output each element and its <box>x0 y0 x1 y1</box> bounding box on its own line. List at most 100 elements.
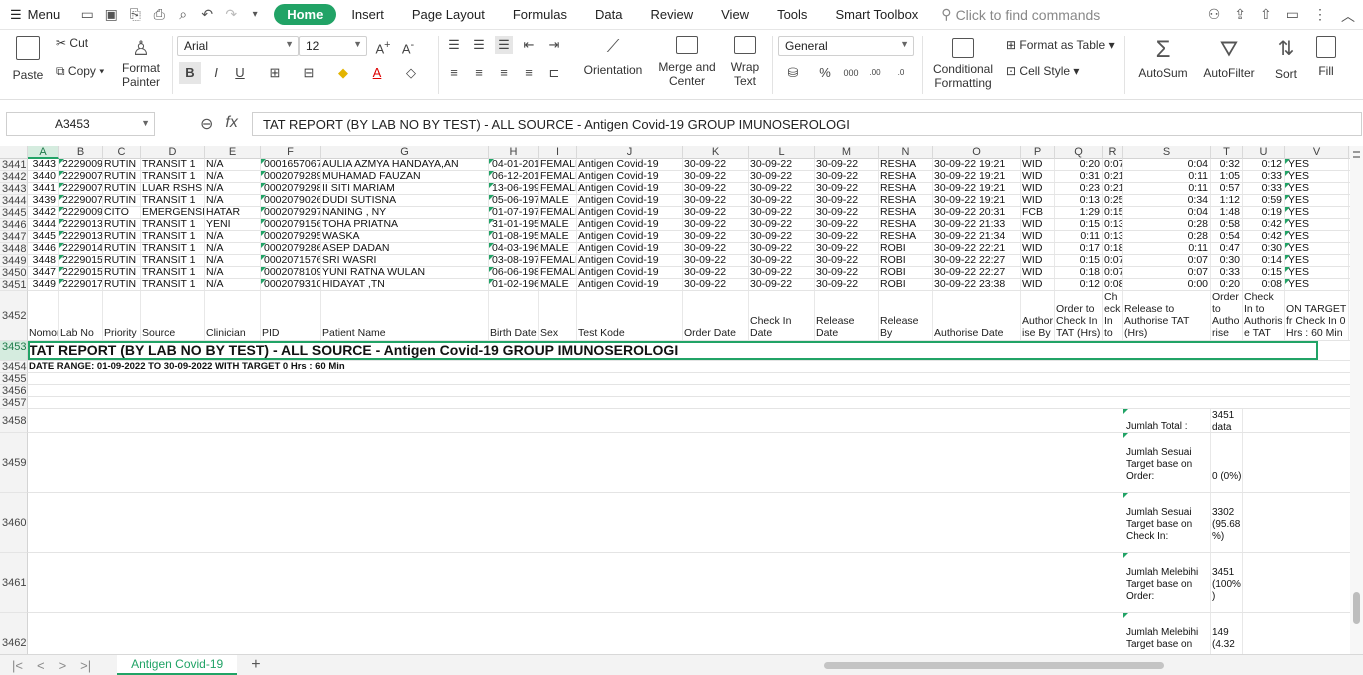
cell-l[interactable]: 30-09-22 <box>749 279 815 290</box>
cell-p[interactable]: WID <box>1021 183 1055 194</box>
cell-h[interactable]: 03-08-1979 <box>489 255 539 266</box>
cell-q[interactable]: 0:20 <box>1055 159 1103 170</box>
row-header[interactable]: 3458 <box>0 409 28 433</box>
cell-c[interactable]: CITO <box>103 207 141 218</box>
autosum-button[interactable]: Σ AutoSum <box>1134 36 1192 80</box>
align-center-icon[interactable]: ≡ <box>470 64 488 82</box>
cell-i[interactable]: MALE <box>539 219 577 230</box>
cell-n[interactable]: RESHA <box>879 159 933 170</box>
cell-m[interactable]: 30-09-22 <box>815 195 879 206</box>
cell-s[interactable]: 0:07 <box>1123 267 1211 278</box>
cell-s[interactable]: 0:04 <box>1123 207 1211 218</box>
increase-font-icon[interactable]: A+ <box>374 36 392 56</box>
row-header[interactable]: 3462 <box>0 613 28 654</box>
cell-n[interactable]: RESHA <box>879 231 933 242</box>
cell-t[interactable]: 1:12 <box>1211 195 1243 206</box>
cell-r[interactable]: 0:21 <box>1103 183 1123 194</box>
cell-a[interactable]: 3440 <box>28 171 59 182</box>
cell-l[interactable]: 30-09-22 <box>749 231 815 242</box>
cell-j[interactable]: Antigen Covid-19 <box>577 159 683 170</box>
cell-p[interactable]: WID <box>1021 255 1055 266</box>
spreadsheet-grid[interactable]: ABCDEFGHIJKLMNOPQRSTUV 3441344322290096R… <box>0 146 1350 654</box>
row-header[interactable]: 3451 <box>0 279 28 291</box>
cell-k[interactable]: Order Date <box>683 291 749 340</box>
cell-i[interactable]: FEMALE <box>539 255 577 266</box>
cell-m[interactable]: 30-09-22 <box>815 183 879 194</box>
wrap-text-button[interactable]: Wrap Text <box>726 36 764 88</box>
column-header-q[interactable]: Q <box>1055 146 1103 159</box>
cell-f[interactable]: 0002078109 <box>261 267 321 278</box>
merge-format-icon[interactable]: ⊟ <box>300 64 318 82</box>
cell-s[interactable]: 0:00 <box>1123 279 1211 290</box>
fx-icon[interactable]: fx <box>225 114 237 134</box>
column-header-d[interactable]: D <box>141 146 205 159</box>
zoom-icon[interactable]: ⊖ <box>200 114 213 134</box>
font-color-icon[interactable]: A <box>368 64 386 82</box>
cell-t[interactable]: 0:32 <box>1211 159 1243 170</box>
cell-m[interactable]: 30-09-22 <box>815 279 879 290</box>
tab-smart-toolbox[interactable]: Smart Toolbox <box>822 4 931 25</box>
cell-c[interactable]: Priority <box>103 291 141 340</box>
paste-button[interactable]: Paste <box>8 36 48 82</box>
cell-g[interactable]: AULIA AZMYA HANDAYA,AN <box>321 159 489 170</box>
cell-b[interactable]: 22290137 <box>59 231 103 242</box>
cell-q[interactable]: 0:23 <box>1055 183 1103 194</box>
column-header-c[interactable]: C <box>103 146 141 159</box>
cell-b[interactable]: 22290170 <box>59 279 103 290</box>
cell-c[interactable]: RUTIN <box>103 219 141 230</box>
thousands-icon[interactable]: 000 <box>842 64 860 82</box>
cell-h[interactable]: 13-06-1992 <box>489 183 539 194</box>
row-header[interactable]: 3456 <box>0 385 28 397</box>
italic-icon[interactable]: I <box>207 64 225 82</box>
print-icon[interactable]: ⎙ <box>150 6 168 24</box>
row-header[interactable]: 3443 <box>0 183 28 195</box>
merge-center-button[interactable]: Merge and Center <box>656 36 718 88</box>
summary-value[interactable]: 3302 (95.68 %) <box>1211 493 1243 552</box>
column-header-g[interactable]: G <box>321 146 489 159</box>
row-header[interactable]: 3454 <box>0 361 28 373</box>
name-box[interactable]: A3453 ▼ <box>6 112 155 136</box>
cell-f[interactable]: 0002071576 <box>261 255 321 266</box>
percent-icon[interactable]: % <box>816 64 834 82</box>
summary-value[interactable]: 3451 data <box>1211 409 1243 432</box>
cell-u[interactable]: 0:08 <box>1243 279 1285 290</box>
cell-e[interactable]: N/A <box>205 267 261 278</box>
cell-f[interactable]: 0002079310 <box>261 279 321 290</box>
cell-r[interactable]: 0:13 <box>1103 219 1123 230</box>
cell-q[interactable]: 0:12 <box>1055 279 1103 290</box>
fill-color-icon[interactable]: ◆ <box>334 64 352 82</box>
column-header-s[interactable]: S <box>1123 146 1211 159</box>
cell-q[interactable]: Order to Check In TAT (Hrs) <box>1055 291 1103 340</box>
cell-e[interactable]: N/A <box>205 183 261 194</box>
cell-e[interactable]: N/A <box>205 279 261 290</box>
row-header[interactable]: 3447 <box>0 231 28 243</box>
report-title-cell[interactable]: TAT REPORT (BY LAB NO BY TEST) - ALL SOU… <box>28 341 1318 360</box>
cell-r[interactable]: 0:25 <box>1103 195 1123 206</box>
cell-r[interactable]: 0:13 <box>1103 231 1123 242</box>
formula-input[interactable]: TAT REPORT (BY LAB NO BY TEST) - ALL SOU… <box>252 112 1362 136</box>
decrease-font-icon[interactable]: A- <box>399 36 417 56</box>
cell-r[interactable]: Ch eck In to <box>1103 291 1123 340</box>
tab-view[interactable]: View <box>708 4 762 25</box>
cell-s[interactable]: 0:11 <box>1123 171 1211 182</box>
cell-c[interactable]: RUTIN <box>103 183 141 194</box>
cell-u[interactable]: 0:30 <box>1243 243 1285 254</box>
next-sheet-icon[interactable]: > <box>59 658 67 673</box>
tab-insert[interactable]: Insert <box>338 4 397 25</box>
column-header-e[interactable]: E <box>205 146 261 159</box>
cell-o[interactable]: 30-09-22 19:21 <box>933 159 1021 170</box>
summary-label[interactable]: Jumlah Melebihi Target base on <box>1123 613 1211 654</box>
first-sheet-icon[interactable]: |< <box>12 658 23 673</box>
cell-q[interactable]: 0:31 <box>1055 171 1103 182</box>
horizontal-scroll-thumb[interactable] <box>824 662 1164 669</box>
cell-i[interactable]: MALE <box>539 231 577 242</box>
format-as-table-button[interactable]: ⊞ Format as Table ▾ <box>1006 38 1115 52</box>
cell-l[interactable]: 30-09-22 <box>749 267 815 278</box>
format-painter-button[interactable]: ♙ Format Painter <box>118 36 164 89</box>
cell-d[interactable]: TRANSIT 1 <box>141 231 205 242</box>
cell-m[interactable]: 30-09-22 <box>815 159 879 170</box>
cell-f[interactable]: 0002079026 <box>261 195 321 206</box>
cell-u[interactable]: 0:42 <box>1243 219 1285 230</box>
cell-i[interactable]: FEMALE <box>539 159 577 170</box>
sheet-tab[interactable]: Antigen Covid-19 <box>117 655 238 675</box>
